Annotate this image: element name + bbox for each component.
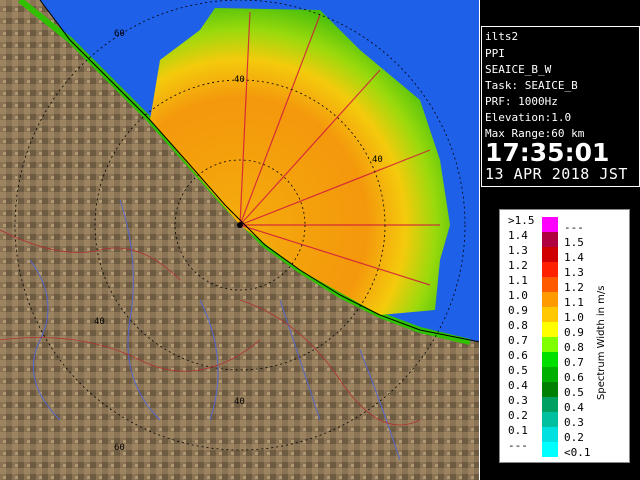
radar-ppi-map: 60 40 40 40 40 60 — [0, 0, 480, 480]
legend-swatch — [542, 382, 558, 397]
legend-swatch — [542, 442, 558, 457]
legend-swatch — [542, 307, 558, 322]
color-legend: >1.5 --- 1.4 1.5 1.3 1.4 1.2 1.3 1.1 1.2 1.0 1.1 0.9… — [499, 209, 630, 463]
legend-swatch — [542, 232, 558, 247]
legend-swatch — [542, 352, 558, 367]
legend-left-label: 1.1 — [508, 274, 528, 287]
legend-left-label: 1.0 — [508, 289, 528, 302]
scan-mode: PPI — [485, 47, 505, 60]
legend-right-label: <0.1 — [564, 446, 591, 459]
legend-right-label: 1.0 — [564, 311, 584, 324]
legend-swatch — [542, 292, 558, 307]
radar-site-marker — [237, 222, 243, 228]
legend-left-label: 0.6 — [508, 349, 528, 362]
range-label: 40 — [234, 75, 245, 85]
legend-left-label: 1.2 — [508, 259, 528, 272]
legend-right-label: --- — [564, 221, 584, 234]
legend-swatch — [542, 397, 558, 412]
legend-left-label: 0.1 — [508, 424, 528, 437]
legend-left-label: 0.2 — [508, 409, 528, 422]
legend-right-label: 1.4 — [564, 251, 584, 264]
range-label: 60 — [114, 443, 125, 453]
legend-right-label: 1.5 — [564, 236, 584, 249]
legend-left-label: 1.3 — [508, 244, 528, 257]
legend-left-label: --- — [508, 439, 528, 452]
legend-right-label: 1.3 — [564, 266, 584, 279]
scan-date: 13 APR 2018 JST — [485, 165, 628, 183]
legend-swatch — [542, 217, 558, 232]
legend-right-label: 0.6 — [564, 371, 584, 384]
legend-left-label: 0.9 — [508, 304, 528, 317]
legend-left-label: 0.4 — [508, 379, 528, 392]
legend-title: Spectrum Width in m/s — [596, 285, 607, 400]
legend-swatch — [542, 247, 558, 262]
range-label: 40 — [94, 317, 105, 327]
legend-left-label: 0.3 — [508, 394, 528, 407]
scan-name: SEAICE_B_W — [485, 63, 552, 76]
legend-left-label: >1.5 — [508, 214, 535, 227]
task-name: Task: SEAICE_B — [485, 79, 578, 92]
legend-swatch — [542, 412, 558, 427]
range-label: 40 — [234, 397, 245, 407]
legend-right-label: 0.4 — [564, 401, 584, 414]
legend-right-label: 0.7 — [564, 356, 584, 369]
legend-right-label: 0.8 — [564, 341, 584, 354]
legend-swatch — [542, 262, 558, 277]
legend-swatch — [542, 337, 558, 352]
legend-swatch — [542, 322, 558, 337]
prf-value: PRF: 1000Hz — [485, 95, 558, 108]
legend-right-label: 1.1 — [564, 296, 584, 309]
legend-left-label: 0.8 — [508, 319, 528, 332]
elevation-value: Elevation:1.0 — [485, 111, 572, 124]
range-label: 60 — [114, 29, 125, 39]
legend-left-label: 0.7 — [508, 334, 528, 347]
legend-left-label: 0.5 — [508, 364, 528, 377]
scan-time: 17:35:01 — [485, 138, 610, 167]
legend-right-label: 0.3 — [564, 416, 584, 429]
legend-right-label: 1.2 — [564, 281, 584, 294]
legend-swatch — [542, 277, 558, 292]
legend-swatch — [542, 367, 558, 382]
scan-info-panel: ilts2 PPI SEAICE_B_W Task: SEAICE_B PRF:… — [481, 26, 640, 187]
legend-swatch — [542, 427, 558, 442]
legend-left-label: 1.4 — [508, 229, 528, 242]
legend-right-label: 0.5 — [564, 386, 584, 399]
station-name: ilts2 — [485, 30, 519, 43]
range-label: 40 — [372, 155, 383, 165]
legend-right-label: 0.9 — [564, 326, 584, 339]
legend-right-label: 0.2 — [564, 431, 584, 444]
